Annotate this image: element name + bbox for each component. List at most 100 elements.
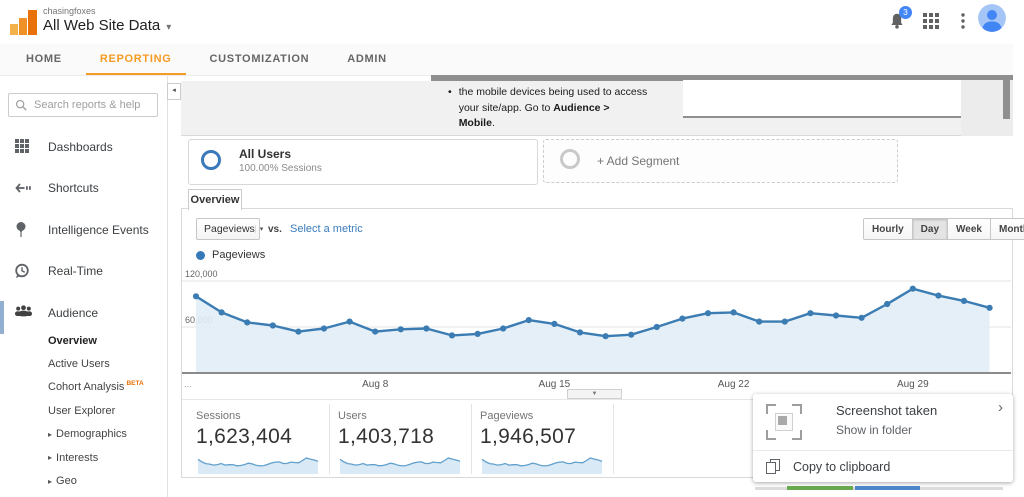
tab-overview[interactable]: Overview	[188, 189, 242, 210]
metric-value: 1,946,507	[480, 425, 613, 449]
shortcuts-icon	[14, 180, 31, 197]
sidebar-item-intelligence-events[interactable]: Intelligence Events	[0, 209, 168, 251]
select-metric-link[interactable]: Select a metric	[290, 223, 363, 235]
screenshot-thumbnail-icon	[766, 404, 802, 440]
bullet-icon: •	[448, 85, 452, 132]
caret-down-icon: ▾	[166, 22, 171, 33]
apps-grid-button[interactable]	[922, 12, 942, 32]
bell-icon	[888, 17, 906, 34]
collapse-down-icon: ▼	[592, 391, 598, 397]
sidebar-item-label: Shortcuts	[48, 181, 99, 195]
sparkline-chart	[196, 453, 329, 480]
sidebar-subitem-label: Interests	[56, 452, 98, 464]
svg-text:Aug 8: Aug 8	[362, 379, 389, 390]
sidebar-subitem-label: Demographics	[56, 428, 127, 440]
sidebar-item-label: Dashboards	[48, 140, 113, 154]
tab-home[interactable]: HOME	[12, 44, 76, 75]
sidebar-subitem-overview[interactable]: Overview	[48, 329, 166, 352]
granularity-hourly-button[interactable]: Hourly	[863, 218, 913, 240]
sidebar-item-shortcuts[interactable]: Shortcuts	[0, 168, 168, 210]
more-menu-button[interactable]	[958, 12, 968, 32]
account-name: chasingfoxes	[43, 6, 96, 16]
sidebar-item-real-time[interactable]: Real-Time	[0, 251, 168, 293]
sidebar-subitem-geo[interactable]: ▸Geo	[48, 469, 166, 492]
sidebar: Dashboards Shortcuts Intelligence Events Re…	[0, 76, 168, 497]
summary-card-sessions[interactable]: Sessions 1,623,404	[188, 404, 330, 474]
granularity-week-button[interactable]: Week	[947, 218, 991, 240]
summary-card-pageviews[interactable]: Pageviews 1,946,507	[472, 404, 614, 474]
segment-all-users[interactable]: All Users 100.00% Sessions	[188, 139, 538, 185]
copy-to-clipboard-button[interactable]: Copy to clipboard	[753, 451, 1013, 482]
metric-label: Sessions	[196, 410, 329, 422]
report-search	[8, 93, 158, 117]
realtime-icon	[14, 263, 31, 280]
sidebar-item-label: Real-Time	[48, 264, 103, 278]
segment-ring-icon	[560, 149, 580, 169]
sidebar-collapse-button[interactable]: ◂	[167, 83, 181, 100]
sidebar-subitem-user-explorer[interactable]: User Explorer	[48, 399, 166, 422]
expand-caret-icon: ▸	[48, 453, 52, 462]
sidebar-subitem-demographics[interactable]: ▸Demographics	[48, 423, 166, 446]
notification-title: Screenshot taken	[836, 403, 937, 418]
summary-metrics-row: Sessions1,623,404Users1,403,718Pageviews…	[188, 404, 614, 474]
metric-label: Pageviews	[480, 410, 613, 422]
granularity-day-button[interactable]: Day	[912, 218, 948, 240]
sidebar-subitem-label: User Explorer	[48, 405, 115, 417]
metric-dropdown-value: Pageviews	[197, 223, 255, 235]
sparkline-chart	[338, 453, 471, 480]
sparkline-chart	[480, 453, 613, 480]
tab-admin[interactable]: ADMIN	[333, 44, 401, 75]
user-avatar[interactable]	[978, 4, 1006, 32]
beta-badge: BETA	[126, 380, 143, 387]
granularity-month-button[interactable]: Month	[990, 218, 1024, 240]
property-selector[interactable]: All Web Site Data ▾	[43, 17, 171, 34]
apps-grid-icon	[922, 17, 940, 34]
copy-icon	[766, 459, 779, 474]
sidebar-subitem-label: Cohort Analysis	[48, 381, 124, 393]
add-segment-label: + Add Segment	[597, 154, 679, 168]
summary-card-users[interactable]: Users1,403,718	[330, 404, 472, 474]
sidebar-subitem-active-users[interactable]: Active Users	[48, 352, 166, 375]
property-name: All Web Site Data	[43, 17, 160, 34]
sidebar-subitem-label: Geo	[56, 475, 77, 487]
sidebar-item-audience[interactable]: Audience	[0, 292, 168, 334]
segment-title: All Users	[239, 147, 291, 161]
scrollbar-thumb[interactable]	[1003, 79, 1010, 119]
svg-text:Aug 15: Aug 15	[539, 379, 571, 390]
bottom-bar-blue	[855, 486, 920, 490]
sidebar-subitem-label: Active Users	[48, 358, 110, 370]
help-bullet-text: the mobile devices being used to access …	[459, 85, 648, 132]
svg-text:...: ...	[184, 379, 192, 389]
sidebar-subitem-cohort-analysis[interactable]: Cohort AnalysisBETA	[48, 376, 166, 399]
tab-reporting[interactable]: REPORTING	[86, 44, 186, 75]
sidebar-item-dashboards[interactable]: Dashboards	[0, 126, 168, 168]
segment-subtitle: 100.00% Sessions	[239, 163, 322, 174]
chevron-right-icon[interactable]: ›	[998, 399, 1003, 416]
chart-collapse-handle[interactable]: ▼	[567, 389, 622, 399]
search-input[interactable]	[32, 98, 151, 112]
dashboards-icon	[14, 138, 31, 155]
search-icon	[15, 99, 27, 111]
feedback-input[interactable]	[683, 80, 961, 118]
metric-label: Users	[338, 410, 471, 422]
caret-down-icon: ▾	[255, 225, 268, 233]
chart-legend: Pageviews	[196, 249, 265, 261]
intelligence-icon	[14, 221, 31, 238]
analytics-logo-icon[interactable]	[10, 8, 38, 36]
sidebar-subitem-interests[interactable]: ▸ Interests	[48, 446, 166, 469]
add-segment-button[interactable]: + Add Segment	[543, 139, 898, 183]
kebab-icon	[958, 17, 968, 34]
vs-label: vs.	[268, 224, 282, 235]
sidebar-item-label: Audience	[48, 306, 98, 320]
segment-ring-icon	[201, 150, 221, 170]
metric-value: 1,623,404	[196, 425, 329, 449]
granularity-toggle: HourlyDayWeekMonth	[864, 218, 1024, 240]
svg-text:120,000: 120,000	[185, 269, 218, 279]
primary-nav: HOME REPORTING CUSTOMIZATION ADMIN	[0, 44, 1013, 76]
show-in-folder-link[interactable]: Show in folder	[836, 423, 912, 437]
pageviews-line-chart[interactable]: 60,000120,000Aug 8Aug 15Aug 22Aug 29...	[182, 266, 1011, 396]
metric-dropdown[interactable]: Pageviews ▾	[196, 218, 260, 240]
screenshot-notification: Screenshot taken Show in folder › Copy t…	[753, 394, 1013, 482]
tab-customization[interactable]: CUSTOMIZATION	[196, 44, 324, 75]
collapse-left-icon: ◂	[172, 87, 176, 94]
